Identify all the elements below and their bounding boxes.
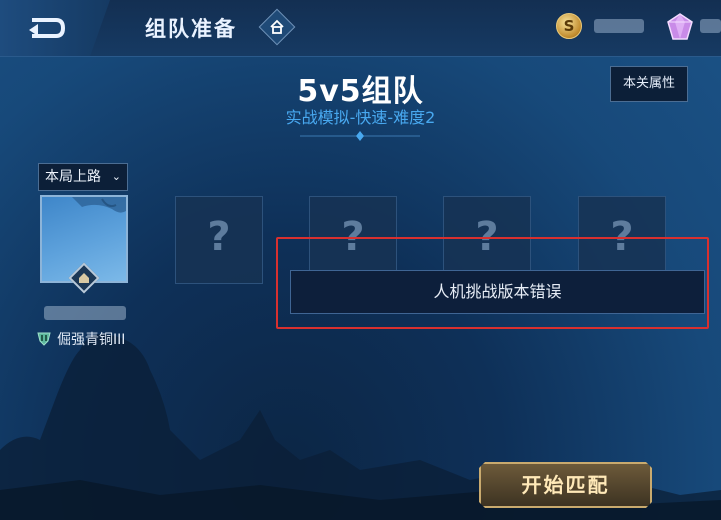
back-arrow-icon [29,18,66,38]
lane-dropdown-label: 本局上路 [45,169,101,185]
home-icon [270,19,284,34]
level-attributes-button[interactable]: 本关属性 [610,66,688,102]
lane-dropdown[interactable]: 本局上路 ⌄ [38,163,128,191]
diamond-amount-blurred [700,19,721,33]
home-button[interactable] [258,8,296,46]
empty-teammate-slot[interactable]: ? [175,196,263,284]
rank-display: 倔强青铜III [36,329,125,349]
rank-label: 倔强青铜III [57,332,126,348]
mode-subtitle: 实战模拟-快速-难度2 [285,108,436,127]
top-bar: 组队准备 S [0,0,721,57]
page-title: 组队准备 [145,17,237,41]
bronze-rank-icon [37,332,51,346]
gold-amount-blurred [594,19,644,33]
start-match-button[interactable]: 开始匹配 [479,462,652,508]
gold-coin-icon: S [556,13,582,39]
back-button[interactable] [0,0,110,56]
title-divider [300,131,420,141]
player-name-blurred [44,306,126,320]
error-message-banner: 人机挑战版本错误 [290,270,705,314]
chevron-down-icon: ⌄ [111,170,121,183]
diamond-gem-icon [667,13,693,40]
